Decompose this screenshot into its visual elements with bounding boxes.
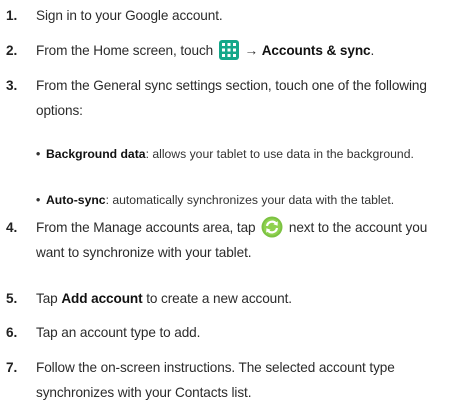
step-text: From the Manage accounts area, tap next … xyxy=(36,215,451,265)
step-number: 4. xyxy=(6,220,18,235)
instructions-document: 1. Sign in to your Google account. 2. Fr… xyxy=(0,0,455,410)
step-number: 2. xyxy=(6,43,18,58)
step-text-pre: From the Home screen, touch xyxy=(36,43,214,58)
bullet-desc: : allows your tablet to use data in the … xyxy=(145,147,414,161)
step-number: 3. xyxy=(6,78,18,93)
bullet-dot: • xyxy=(36,193,41,207)
bullet-dot: • xyxy=(36,147,41,161)
step-number: 6. xyxy=(6,325,18,340)
step-text-pre: From the Manage accounts area, tap xyxy=(36,220,256,235)
step-text: From the General sync settings section, … xyxy=(36,78,427,118)
step-text-post: to create a new account. xyxy=(146,291,292,306)
apps-grid-icon xyxy=(218,40,239,60)
bullet-desc: : automatically synchronizes your data w… xyxy=(105,193,395,207)
step-number: 7. xyxy=(6,360,18,375)
step-text: Tap Add account to create a new account. xyxy=(36,286,451,311)
step-text: From the Home screen, touch → Accounts &… xyxy=(36,38,451,63)
sync-icon xyxy=(261,216,283,238)
bullet-text: Background data: allows your tablet to u… xyxy=(46,147,451,161)
step-text-pre: Tap xyxy=(36,291,58,306)
bullet-term: Auto-sync xyxy=(46,193,106,207)
step-text: Tap an account type to add. xyxy=(36,325,201,340)
step-text: Follow the on-screen instructions. The s… xyxy=(36,360,395,400)
bullet-text: Auto-sync: automatically synchronizes yo… xyxy=(46,193,451,207)
add-account-label: Add account xyxy=(61,291,143,306)
step-number: 1. xyxy=(6,8,18,23)
step-number: 5. xyxy=(6,291,18,306)
step-text-post: . xyxy=(370,43,375,58)
bullet-term: Background data xyxy=(46,147,146,161)
step-text: Sign in to your Google account. xyxy=(36,8,223,23)
arrow-glyph: → xyxy=(244,43,259,58)
accounts-sync-label: Accounts & sync xyxy=(261,43,371,58)
